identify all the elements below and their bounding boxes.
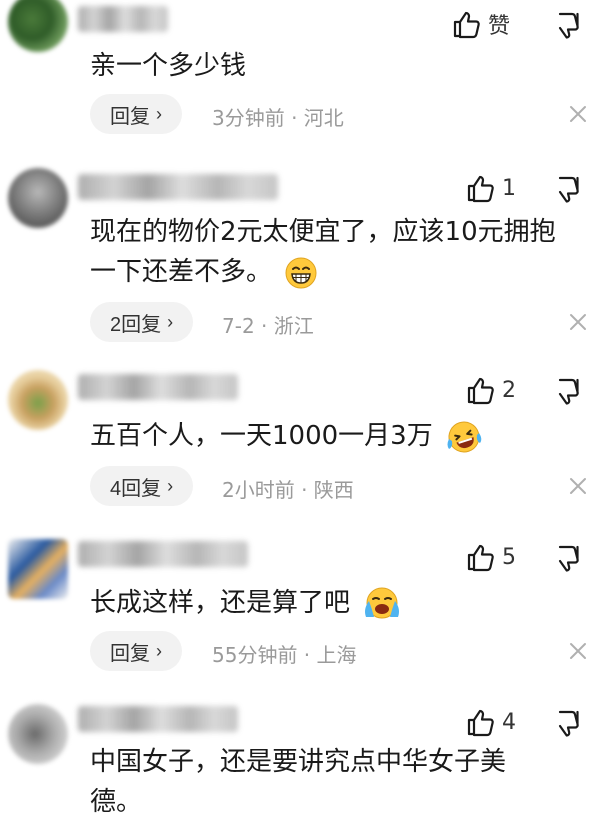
like-button[interactable]: 5 (466, 541, 516, 573)
username-blurred[interactable] (78, 541, 248, 567)
comment-text-line-wrap: 一下还差不多。 (90, 252, 580, 292)
avatar[interactable] (8, 539, 68, 599)
like-button[interactable]: 2 (466, 374, 516, 406)
like-count: 2 (502, 377, 516, 403)
thumbs-down-icon[interactable] (556, 376, 586, 406)
avatar[interactable] (8, 370, 68, 430)
reply-label: 4回复 (110, 477, 162, 500)
grin-emoji (285, 257, 317, 288)
laugh-tears-emoji (447, 421, 482, 452)
chevron-right-icon: › (167, 475, 174, 496)
thumbs-down-icon[interactable] (556, 708, 586, 738)
comment-item: 赞 亲一个多少钱 回复 › 3分钟前 · 河北 (0, 0, 592, 150)
thumbs-down-icon[interactable] (556, 10, 586, 40)
like-count: 1 (502, 175, 516, 201)
reply-button[interactable]: 回复 › (90, 94, 182, 134)
reply-button[interactable]: 回复 › (90, 631, 182, 671)
close-icon[interactable] (568, 312, 588, 332)
comment-text-line: 现在的物价2元太便宜了，应该10元拥抱 (90, 217, 556, 247)
like-count: 赞 (488, 14, 511, 39)
username-blurred[interactable] (78, 374, 238, 400)
like-button[interactable]: 赞 (452, 8, 510, 40)
crying-emoji (365, 587, 400, 618)
comment-text-line: 亲一个多少钱 (90, 51, 247, 81)
avatar[interactable] (8, 0, 68, 52)
reply-label: 2回复 (110, 313, 162, 336)
comment-text-line: 中国女子，还是要讲究点中华女子美 (90, 747, 507, 777)
comment-text: 现在的物价2元太便宜了，应该10元拥抱 一下还差不多。 (90, 212, 580, 292)
username-blurred[interactable] (78, 174, 278, 200)
comment-item: 4 中国女子，还是要讲究点中华女子美 德。 (0, 700, 592, 819)
thumbs-down-icon[interactable] (556, 543, 586, 573)
thumbs-up-icon (467, 175, 494, 203)
thumbs-up-icon (467, 709, 494, 737)
comment-text: 五百个人，一天1000一月3万 (90, 416, 580, 456)
comment-meta: 2小时前 · 陕西 (222, 478, 354, 502)
like-button[interactable]: 4 (466, 706, 516, 738)
comment-meta: 3分钟前 · 河北 (212, 106, 344, 130)
comment-text: 长成这样，还是算了吧 (90, 583, 580, 623)
comment-text-line: 五百个人，一天1000一月3万 (90, 421, 433, 451)
username-blurred[interactable] (78, 6, 168, 32)
comment-meta: 55分钟前 · 上海 (212, 643, 357, 667)
close-icon[interactable] (568, 104, 588, 124)
comment-text: 中国女子，还是要讲究点中华女子美 德。 (90, 742, 580, 822)
close-icon[interactable] (568, 476, 588, 496)
reply-label: 回复 (110, 642, 150, 665)
comment-text-line: 德。 (90, 787, 143, 817)
comment-item: 2 五百个人，一天1000一月3万 4回复 › 2小时前 · 陕西 (0, 370, 592, 520)
thumbs-down-icon[interactable] (556, 174, 586, 204)
close-icon[interactable] (568, 641, 588, 661)
reply-label: 回复 (110, 105, 150, 128)
comment-text-line: 一下还差不多。 (90, 257, 273, 287)
chevron-right-icon: › (156, 640, 162, 661)
comment-text-line: 长成这样，还是算了吧 (90, 588, 351, 618)
chevron-right-icon: › (156, 103, 162, 124)
like-count: 4 (502, 709, 516, 735)
reply-button[interactable]: 4回复 › (90, 466, 194, 506)
thumbs-up-icon (453, 11, 480, 39)
avatar[interactable] (8, 168, 68, 228)
comment-item: 5 长成这样，还是算了吧 回复 › 55分钟前 · 上海 (0, 535, 592, 685)
chevron-right-icon: › (167, 311, 174, 332)
comment-text: 亲一个多少钱 (90, 46, 580, 86)
username-blurred[interactable] (78, 706, 238, 732)
thumbs-up-icon (467, 377, 494, 405)
thumbs-up-icon (467, 544, 494, 572)
avatar[interactable] (8, 704, 68, 764)
like-count: 5 (502, 544, 516, 570)
like-button[interactable]: 1 (466, 172, 516, 204)
reply-button[interactable]: 2回复 › (90, 302, 194, 342)
comment-item: 1 现在的物价2元太便宜了，应该10元拥抱 一下还差不多。 2回复 › 7-2 … (0, 168, 592, 348)
comment-meta: 7-2 · 浙江 (222, 314, 314, 338)
